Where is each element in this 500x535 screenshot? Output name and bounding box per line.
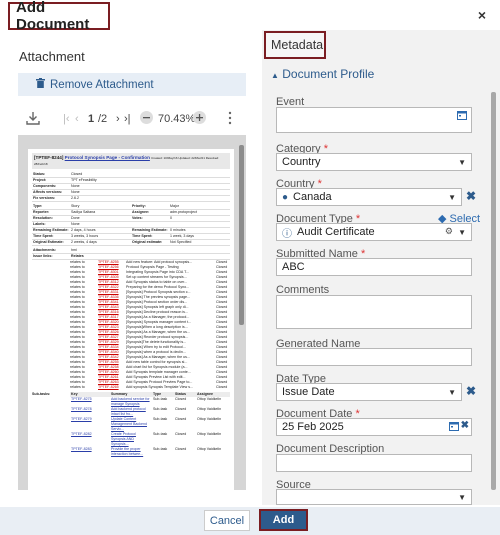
doc-header: [TPTEF-8244] Protocol Synopsis Page - Co…	[32, 153, 230, 169]
cancel-button[interactable]: Cancel	[204, 510, 250, 531]
chevron-down-icon: ▼	[458, 158, 466, 167]
doc-field-row: Fix versions: 2.6.2	[32, 196, 230, 202]
zoom-level: 70.43%	[158, 113, 196, 125]
close-icon[interactable]: ×	[478, 7, 486, 23]
clear-date-type-icon[interactable]: ✖	[466, 384, 476, 398]
doc-links: relates to TPTEF-8255 Add new feature: Add…	[32, 260, 230, 390]
document-scrollbar-thumb[interactable]	[239, 145, 244, 325]
date-type-select[interactable]: Issue Date ▼	[276, 383, 462, 401]
add-button[interactable]: Add	[259, 509, 308, 531]
subtask-row: TPTEF-8283 Provide the proper interaction…	[71, 447, 222, 456]
source-select[interactable]: ▼	[276, 489, 472, 505]
document-profile-title: Document Profile	[282, 67, 375, 81]
document-date-input[interactable]: 25 Feb 2025 ✖	[276, 418, 472, 436]
event-field[interactable]	[276, 107, 472, 133]
doc-issue-title: Protocol Synopsis Page - Confirmation	[64, 155, 150, 160]
subtask-row: TPTEF-8282 Create Protocol Synopsis AND S…	[71, 432, 222, 446]
viewer-toolbar: |‹ ‹ 1 /2 › ›| 70.43%	[18, 105, 246, 135]
first-page-icon[interactable]: |‹	[63, 113, 70, 125]
subtask-row: TPTEF-8275 Add backend service for manage…	[71, 397, 222, 406]
page-current[interactable]: 1	[88, 113, 94, 125]
last-page-icon[interactable]: ›|	[124, 113, 131, 125]
gear-icon[interactable]: ⚙	[445, 226, 453, 237]
dialog-title: Add Document	[8, 0, 110, 33]
document-scrollbar[interactable]	[238, 137, 244, 485]
doc-field-row: Original Estimate: 2 weeks, 4 days Origina…	[32, 240, 230, 246]
submitted-name-input[interactable]: ABC	[276, 258, 472, 276]
subtask-row: TPTEF-8278 Add backend protocol intact li…	[71, 407, 222, 416]
globe-icon: ●	[282, 191, 289, 203]
subtask-row: TPTEF-8279 Update Content Management Back…	[71, 417, 222, 431]
category-select[interactable]: Country ▼	[276, 153, 472, 171]
clear-date-icon[interactable]: ✖	[461, 420, 469, 431]
prev-page-icon[interactable]: ‹	[75, 113, 79, 125]
dialog-footer	[0, 507, 500, 535]
doc-link-row: relates to TPTEF-8265 Add synopsis Synopsi…	[70, 385, 228, 389]
caret-up-icon: ▲	[271, 71, 279, 80]
country-select[interactable]: ● Canada ▼	[276, 188, 462, 206]
page-total: /2	[98, 113, 108, 125]
zoom-in-icon[interactable]	[193, 111, 206, 127]
document-page: [TPTEF-8244] Protocol Synopsis Page - Co…	[28, 149, 234, 490]
download-icon[interactable]	[26, 111, 40, 128]
tab-metadata[interactable]: Metadata	[264, 31, 326, 59]
trash-icon	[36, 78, 45, 91]
generated-name-input[interactable]	[276, 348, 472, 366]
document-viewer: |‹ ‹ 1 /2 › ›| 70.43% [TPTEF-8244] Proto…	[18, 105, 246, 490]
metadata-scrollbar[interactable]	[490, 90, 497, 505]
doc-fields: Status: Closed Project: TPT eFeasibility Com…	[32, 172, 230, 202]
doc-fields-2: Type: Story Priority: Major Reporter: Sadiya …	[32, 204, 230, 246]
doc-subtasks: Sub-tasks: Key Summary Type Status Assig…	[32, 392, 230, 457]
attachment-heading: Attachment	[19, 49, 85, 64]
comments-textarea[interactable]	[276, 295, 472, 329]
document-description-input[interactable]	[276, 454, 472, 472]
next-page-icon[interactable]: ›	[116, 113, 120, 125]
more-options-icon[interactable]	[228, 111, 232, 128]
document-canvas[interactable]: [TPTEF-8244] Protocol Synopsis Page - Co…	[18, 135, 246, 490]
calendar-icon[interactable]	[449, 421, 459, 434]
chevron-down-icon: ▼	[458, 228, 466, 237]
chevron-down-icon: ▼	[448, 193, 456, 202]
remove-attachment-button[interactable]: Remove Attachment	[18, 73, 246, 96]
metadata-scrollbar-thumb[interactable]	[491, 92, 496, 490]
zoom-out-icon[interactable]	[140, 111, 153, 127]
chevron-down-icon: ▼	[458, 493, 466, 502]
calendar-icon[interactable]	[457, 110, 467, 123]
remove-attachment-label: Remove Attachment	[50, 78, 154, 91]
document-type-select[interactable]: ⓘ Audit Certificate ⚙ ▼	[276, 223, 472, 241]
chevron-down-icon: ▼	[448, 388, 456, 397]
info-icon: ⓘ	[282, 228, 292, 240]
clear-country-icon[interactable]: ✖	[466, 189, 476, 203]
doc-issue-key: [TPTEF-8244]	[34, 155, 64, 160]
document-profile-toggle[interactable]: ▲ Document Profile	[271, 67, 374, 81]
